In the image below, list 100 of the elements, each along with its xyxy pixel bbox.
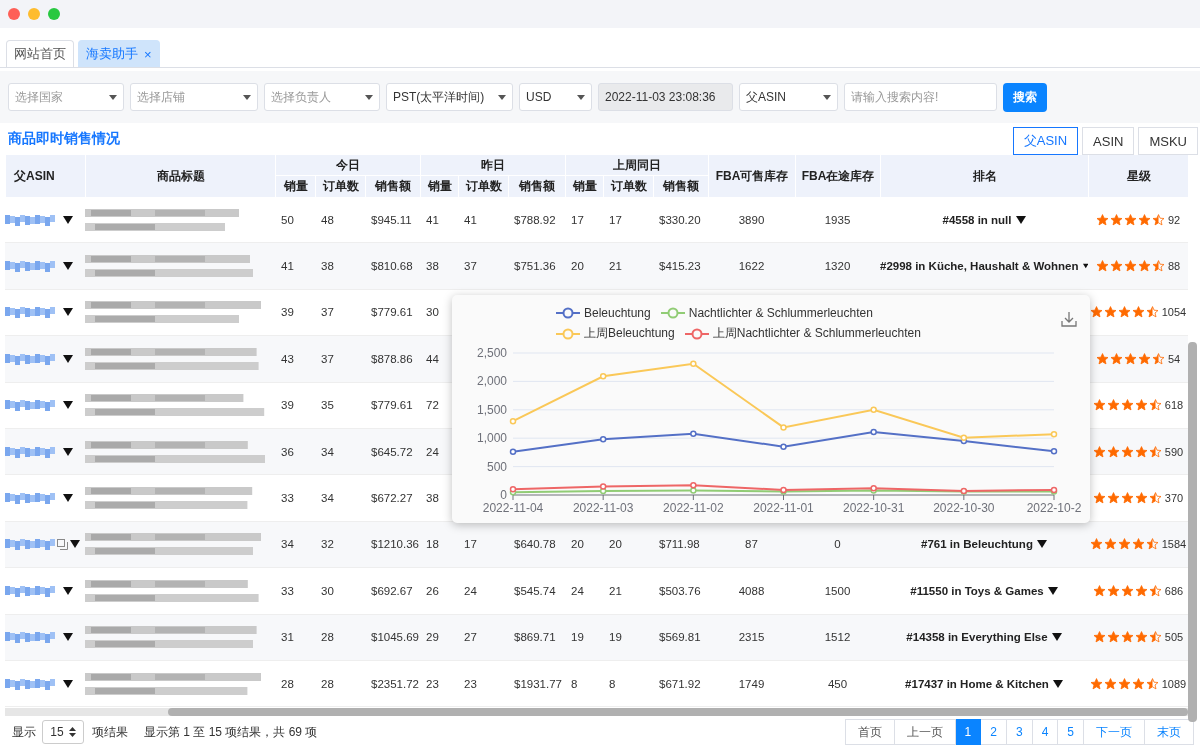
table-cell: $779.61 [371, 399, 413, 412]
axis-label: 2022-11-02 [663, 501, 724, 515]
table-cell: 30 [426, 306, 439, 319]
table-cell: $1210.36 [371, 538, 419, 551]
table-cell: 450 [827, 677, 848, 690]
column-header: 星级 [1088, 155, 1188, 197]
table-cell: $711.98 [659, 538, 700, 551]
rank-text: #4558 in null [942, 213, 1012, 226]
table-cell: 21 [609, 584, 622, 597]
table-cell: 21 [609, 260, 622, 273]
table-cell: $779.61 [371, 306, 413, 319]
axis-label: 2,500 [476, 346, 507, 360]
table-cell: $503.76 [659, 584, 701, 597]
table-cell: 2315 [738, 631, 765, 644]
column-header: FBA可售库存 [708, 155, 795, 197]
axis-label: 0 [500, 488, 507, 502]
axis-label: 2022-11-04 [482, 501, 544, 515]
table-cell: $569.81 [659, 631, 701, 644]
review-count: 1054 [1161, 306, 1187, 319]
axis-label: 2,000 [476, 374, 507, 389]
table-cell: 32 [321, 538, 334, 551]
table-cell: 28 [321, 631, 334, 644]
column-group-header: 今日 [275, 155, 420, 176]
axis-label: 500 [486, 459, 507, 474]
table-cell: 8 [609, 677, 616, 690]
axis-label: 2022-10-31 [842, 501, 905, 515]
review-count: 1089 [1161, 677, 1187, 690]
rank-text: #2998 in Küche, Haushalt & Wohnen [880, 260, 1079, 273]
table-cell: 4088 [738, 584, 765, 597]
rank-text: #761 in Beleuchtung [921, 538, 1033, 551]
review-count: 88 [1167, 260, 1181, 273]
table-cell: 48 [321, 213, 334, 226]
table-cell: 20 [571, 260, 584, 273]
table-cell: 33 [281, 584, 294, 597]
axis-label: 2022-10-2 [1026, 501, 1082, 515]
column-header: 排名 [880, 155, 1088, 197]
table-cell: 26 [426, 584, 439, 597]
table-cell: $415.23 [659, 260, 701, 273]
table-cell: 72 [426, 399, 439, 412]
table-cell: 1512 [824, 631, 851, 644]
table-cell: 34 [281, 538, 294, 551]
table-cell: 87 [745, 538, 758, 551]
table-cell: $878.86 [371, 352, 413, 365]
table-cell: 17 [609, 213, 622, 226]
table-cell: 38 [426, 492, 439, 505]
table-cell: 39 [281, 306, 294, 319]
table-cell: 19 [609, 631, 622, 644]
table-cell: $788.92 [514, 213, 556, 226]
table-cell: 3890 [738, 213, 765, 226]
table-cell: $330.20 [659, 213, 701, 226]
table-cell: 31 [281, 631, 294, 644]
table-cell: 24 [464, 584, 477, 597]
review-count: 370 [1164, 492, 1184, 505]
review-count: 54 [1167, 352, 1181, 365]
table-cell: $671.92 [659, 677, 701, 690]
table-cell: 17 [464, 538, 477, 551]
table-cell: 28 [321, 677, 334, 690]
table-cell: 33 [281, 492, 294, 505]
table-cell: $1931.77 [514, 677, 562, 690]
rank-text: #14358 in Everything Else [906, 631, 1048, 644]
table-cell: 39 [281, 399, 294, 412]
datetime-field: 2022-11-03 23:08:36 [598, 83, 733, 111]
pagination-summary: 显示第 1 至 15 项结果，共 69 项 [144, 723, 318, 741]
table-cell: $640.78 [514, 538, 556, 551]
review-count: 505 [1164, 631, 1184, 644]
column-header: 销量 [420, 176, 458, 197]
axis-label: 2022-11-03 [572, 501, 634, 515]
table-cell: 20 [571, 538, 584, 551]
table-cell: 1935 [824, 213, 851, 226]
column-header: 商品标题 [85, 155, 275, 197]
table-cell: 28 [281, 677, 294, 690]
review-count: 92 [1167, 213, 1181, 226]
column-header: 销量 [275, 176, 315, 197]
column-header: 订单数 [603, 176, 653, 197]
axis-label: 2022-10-30 [933, 501, 995, 515]
table-cell: 23 [464, 677, 477, 690]
table-cell: 20 [609, 538, 622, 551]
page-size-suffix: 项结果 [92, 723, 128, 741]
column-header: 订单数 [315, 176, 365, 197]
column-header: 销售额 [508, 176, 565, 197]
table-cell: 1500 [824, 584, 851, 597]
table-cell: 18 [426, 538, 439, 551]
table-cell: 1749 [738, 677, 765, 690]
table-cell: $810.68 [371, 260, 413, 273]
table-cell: 34 [321, 445, 334, 458]
table-cell: 27 [464, 631, 477, 644]
rank-text: #17437 in Home & Kitchen [905, 677, 1049, 690]
column-header: 父ASIN [5, 155, 85, 197]
page-size-label: 显示 [12, 723, 36, 741]
column-group-header: 上周同日 [565, 155, 708, 176]
axis-label: 1,000 [476, 431, 507, 446]
table-cell: $751.36 [514, 260, 556, 273]
table-cell: 24 [426, 445, 439, 458]
table-cell: 23 [426, 677, 439, 690]
table-cell: 41 [426, 213, 439, 226]
table-cell: $692.67 [371, 584, 413, 597]
review-count: 1584 [1161, 538, 1187, 551]
table-cell: $545.74 [514, 584, 556, 597]
rank-text: #11550 in Toys & Games [910, 584, 1044, 597]
table-cell: 24 [571, 584, 584, 597]
